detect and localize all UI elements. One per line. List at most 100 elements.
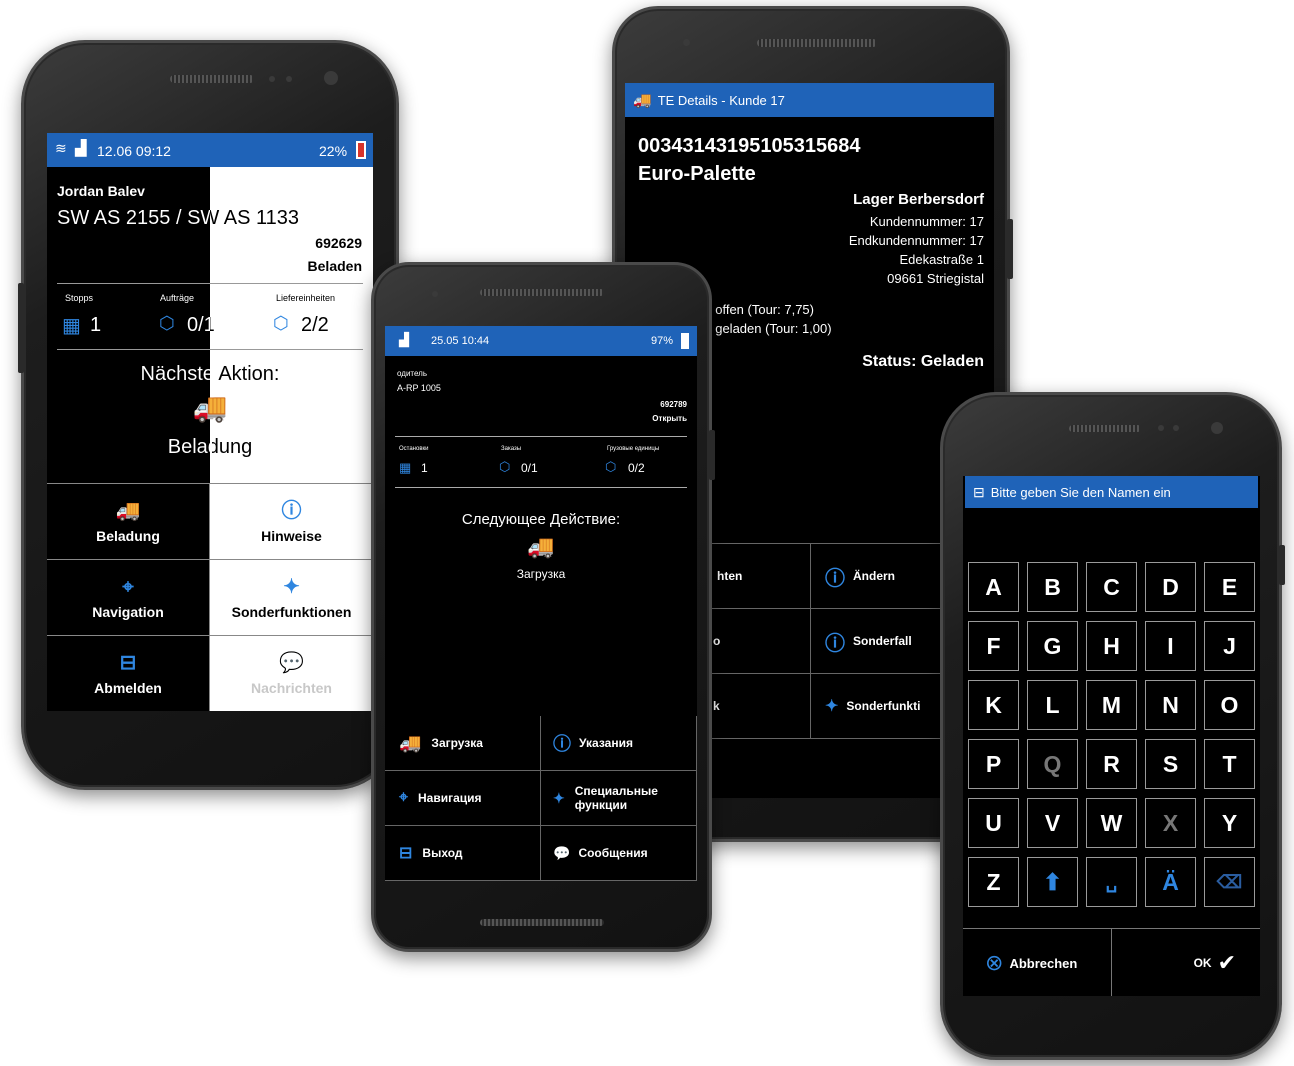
key-ae[interactable]: Ä [1145, 857, 1196, 907]
vehicle-plate: A-RP 1005 [397, 383, 441, 393]
earpiece-speaker [480, 289, 604, 296]
status-time: 25.05 10:44 [431, 335, 490, 347]
tile-hinweise[interactable]: ⓘ Hinweise [210, 484, 373, 560]
tile-grid: 🚚 Загрузка ⓘ Указания ⌖ Навигация ✦ Специаль… [385, 716, 697, 881]
shift-key-icon[interactable]: ⬆ [1027, 857, 1078, 907]
sensor-dot [269, 76, 275, 82]
key-b[interactable]: B [1027, 562, 1078, 612]
tile-soobshcheniya[interactable]: 💬 Сообщения [541, 826, 697, 881]
vehicle-plates-text: SW AS 2155 / SW AS 1133 [57, 207, 299, 229]
backspace-key-icon[interactable]: ⌫ [1204, 857, 1255, 907]
key-t[interactable]: T [1204, 739, 1255, 789]
stat-value-units: 0/2 [628, 461, 645, 475]
key-w[interactable]: W [1086, 798, 1137, 848]
stat-label-stops: Stopps [65, 293, 94, 303]
key-e[interactable]: E [1204, 562, 1255, 612]
tile-abmelden[interactable]: ⊟ Abmelden [47, 636, 210, 711]
key-f[interactable]: F [968, 621, 1019, 671]
tile-sonderfunktionen[interactable]: ✦ Sonderfunkti [811, 674, 941, 739]
tour-state: Открыть [652, 414, 687, 423]
map-icon: ⌖ [399, 789, 409, 806]
stat-label-units: Liefereinheiten [276, 293, 336, 303]
info-icon: ⓘ [281, 499, 302, 522]
truck-icon: 🚚 [115, 499, 141, 522]
front-camera [324, 71, 338, 85]
key-s[interactable]: S [1145, 739, 1196, 789]
tile-navigation[interactable]: ⌖ Navigation [47, 560, 210, 636]
phone-1-screen: ≋ ▟ 12.06 09:12 22% Jordan Balev SW AS 2… [47, 133, 373, 711]
tile-beladung[interactable]: 🚚 Beladung [47, 484, 210, 560]
keyboard: A B C D E F G H I J K L M N O P Q R S T … [963, 556, 1260, 910]
key-j[interactable]: J [1204, 621, 1255, 671]
tile-aendern[interactable]: ⓘ Ändern [811, 544, 941, 609]
key-a[interactable]: A [968, 562, 1019, 612]
ok-label: OK [1193, 956, 1212, 970]
key-o[interactable]: O [1204, 680, 1255, 730]
key-v[interactable]: V [1027, 798, 1078, 848]
next-action-title: Следующее Действие: [461, 511, 621, 528]
building-icon: ▦ [62, 315, 81, 337]
key-q: Q [1027, 739, 1078, 789]
street: Edekastraße 1 [899, 252, 984, 267]
status-bar: ▟ 25.05 10:44 97% [385, 326, 697, 356]
tile-zagruzka[interactable]: 🚚 Загрузка [385, 716, 541, 771]
tile-sonderfall[interactable]: ⓘ Sonderfall [811, 609, 941, 674]
key-g[interactable]: G [1027, 621, 1078, 671]
front-camera [432, 291, 438, 297]
side-button [1279, 545, 1285, 585]
sensor-dot [1173, 425, 1179, 431]
front-camera [1211, 422, 1223, 434]
side-button [1007, 219, 1013, 279]
tile-special-functions[interactable]: ✦ Специальные функции [541, 771, 697, 826]
truck-icon: 🚚 [192, 392, 228, 423]
key-n[interactable]: N [1145, 680, 1196, 730]
package-icon: ⬡ [499, 459, 511, 474]
key-u[interactable]: U [968, 798, 1019, 848]
battery-percent: 22% [319, 143, 348, 159]
cancel-button[interactable]: ⊗ Abbrechen [963, 929, 1112, 996]
dialog-titlebar: ⊟ Bitte geben Sie den Namen ein [965, 476, 1258, 508]
tile-vykhod[interactable]: ⊟ Выход [385, 826, 541, 881]
key-i[interactable]: I [1145, 621, 1196, 671]
divider [57, 283, 363, 284]
ok-button[interactable]: OK ✔ [1112, 929, 1260, 996]
wifi-icon: ≋ [55, 140, 67, 156]
key-d[interactable]: D [1145, 562, 1196, 612]
key-c[interactable]: C [1086, 562, 1137, 612]
key-h[interactable]: H [1086, 621, 1137, 671]
next-action-label[interactable]: Beladung [47, 436, 373, 459]
key-r[interactable]: R [1086, 739, 1137, 789]
tile-navigatsiya[interactable]: ⌖ Навигация [385, 771, 541, 826]
package-icon: ⬡ [273, 313, 289, 333]
stat-label-units: Грузовые единицы [607, 446, 660, 452]
tile-ukazaniya[interactable]: ⓘ Указания [541, 716, 697, 771]
building-icon: ▦ [399, 460, 412, 475]
info-icon: ⓘ [825, 632, 845, 655]
key-k[interactable]: K [968, 680, 1019, 730]
magic-wand-icon: ✦ [553, 789, 565, 806]
package-icon: ⬡ [605, 459, 617, 474]
space-key-icon[interactable]: ␣ [1086, 857, 1137, 907]
key-z[interactable]: Z [968, 857, 1019, 907]
signal-icon: ▟ [399, 332, 409, 347]
signal-icon: ▟ [75, 140, 87, 157]
loaded-count: . geladen (Tour: 1,00) [708, 321, 832, 336]
customer-number: Kundennummer: 17 [869, 214, 984, 229]
stat-value-orders: 0/1 [521, 461, 538, 475]
check-icon: ✔ [1217, 950, 1236, 975]
earpiece-speaker [757, 39, 877, 47]
tile-sonderfunktionen[interactable]: ✦ Sonderfunktionen [210, 560, 373, 636]
next-action-label[interactable]: Загрузка [385, 567, 697, 581]
battery-icon [681, 333, 689, 349]
stat-value-orders: 0/1 [187, 314, 215, 336]
driver-name: одитель [397, 369, 428, 378]
phone-4-screen: ⊟ Bitte geben Sie den Namen ein A B C D … [963, 476, 1260, 996]
key-l[interactable]: L [1027, 680, 1078, 730]
key-y[interactable]: Y [1204, 798, 1255, 848]
key-p[interactable]: P [968, 739, 1019, 789]
chat-icon: 💬 [553, 844, 571, 861]
stat-label-stops: Остановки [399, 446, 429, 452]
key-m[interactable]: M [1086, 680, 1137, 730]
tour-state: Beladen [307, 258, 362, 274]
front-camera [683, 39, 690, 46]
